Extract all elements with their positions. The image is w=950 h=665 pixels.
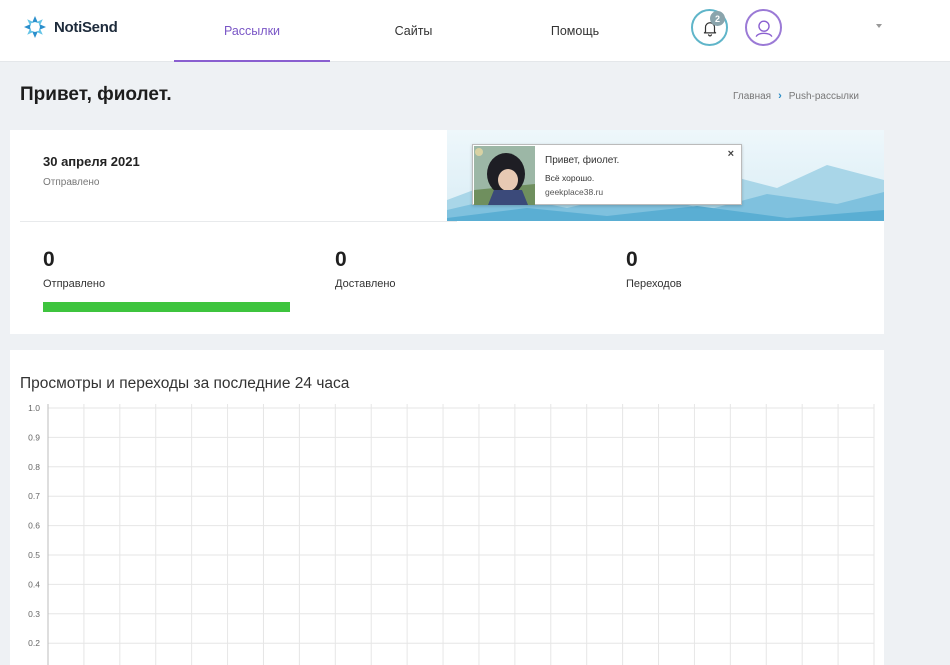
views-clicks-chart: 1.0 0.9 0.8 0.7 0.6 0.5 0.4 0.3 0.2: [28, 403, 875, 665]
y-tick-label: 1.0: [28, 403, 40, 413]
sent-progress-fill: [43, 302, 290, 312]
user-icon: [755, 19, 772, 37]
nav-item-mailings[interactable]: Рассылки: [174, 0, 330, 62]
user-avatar-button[interactable]: [745, 9, 782, 46]
y-tick-label: 0.7: [28, 491, 40, 501]
right-strip: [886, 63, 950, 665]
push-notification-mockup: Привет, фиолет. Всё хорошо. geekplace38.…: [472, 144, 742, 205]
logo-text: NotiSend: [54, 18, 118, 36]
stat-delivered: 0 Доставлено: [335, 248, 396, 290]
notification-picture: [474, 146, 535, 205]
top-header: NotiSend Рассылки Сайты Помощь 2: [0, 0, 950, 62]
stat-sent-value: 0: [43, 248, 55, 271]
chart-card: Просмотры и переходы за последние 24 час…: [10, 350, 884, 665]
notifications-count-badge: 2: [710, 11, 725, 26]
notification-body: Всё хорошо.: [545, 173, 595, 183]
y-tick-label: 0.2: [28, 638, 40, 648]
notification-site: geekplace38.ru: [545, 187, 604, 197]
notisend-logo-icon: [24, 16, 46, 38]
mailing-date: 30 апреля 2021: [43, 154, 140, 169]
stat-sent-label: Отправлено: [43, 278, 106, 290]
stat-clicks-value: 0: [626, 248, 638, 271]
chevron-right-icon: ›: [778, 90, 782, 102]
stat-delivered-label: Доставлено: [335, 278, 396, 290]
close-icon[interactable]: ×: [728, 148, 734, 160]
page-title: Привет, фиолет.: [20, 84, 172, 105]
divider: [20, 221, 457, 222]
notification-image: [474, 146, 535, 205]
user-menu-chevron-down-icon[interactable]: [876, 24, 882, 28]
nav-item-sites[interactable]: Сайты: [330, 0, 497, 62]
stat-clicks-label: Переходов: [626, 278, 682, 290]
y-tick-label: 0.5: [28, 550, 40, 560]
logo[interactable]: NotiSend: [22, 13, 118, 41]
breadcrumb-current: Push-рассылки: [788, 90, 859, 102]
stat-sent: 0 Отправлено: [43, 248, 105, 290]
y-tick-label: 0.3: [28, 609, 40, 619]
y-tick-label: 0.6: [28, 521, 40, 531]
notification-preview: Привет, фиолет. Всё хорошо. geekplace38.…: [447, 130, 884, 221]
y-tick-label: 0.4: [28, 579, 40, 589]
notification-title: Привет, фиолет.: [545, 155, 620, 166]
nav-item-help[interactable]: Помощь: [497, 0, 653, 62]
main-nav: Рассылки Сайты Помощь: [174, 0, 653, 62]
breadcrumb: Главная › Push-рассылки: [733, 90, 859, 102]
y-tick-label: 0.9: [28, 432, 40, 442]
stat-delivered-value: 0: [335, 248, 347, 271]
y-tick-label: 0.8: [28, 462, 40, 472]
mailing-summary-card: 30 апреля 2021 Отправлено Привет, фиолет…: [10, 130, 884, 334]
stat-clicks: 0 Переходов: [626, 248, 682, 290]
mailing-status: Отправлено: [43, 177, 100, 188]
breadcrumb-home-link[interactable]: Главная: [733, 91, 771, 102]
sent-progress-bar: [43, 302, 290, 312]
